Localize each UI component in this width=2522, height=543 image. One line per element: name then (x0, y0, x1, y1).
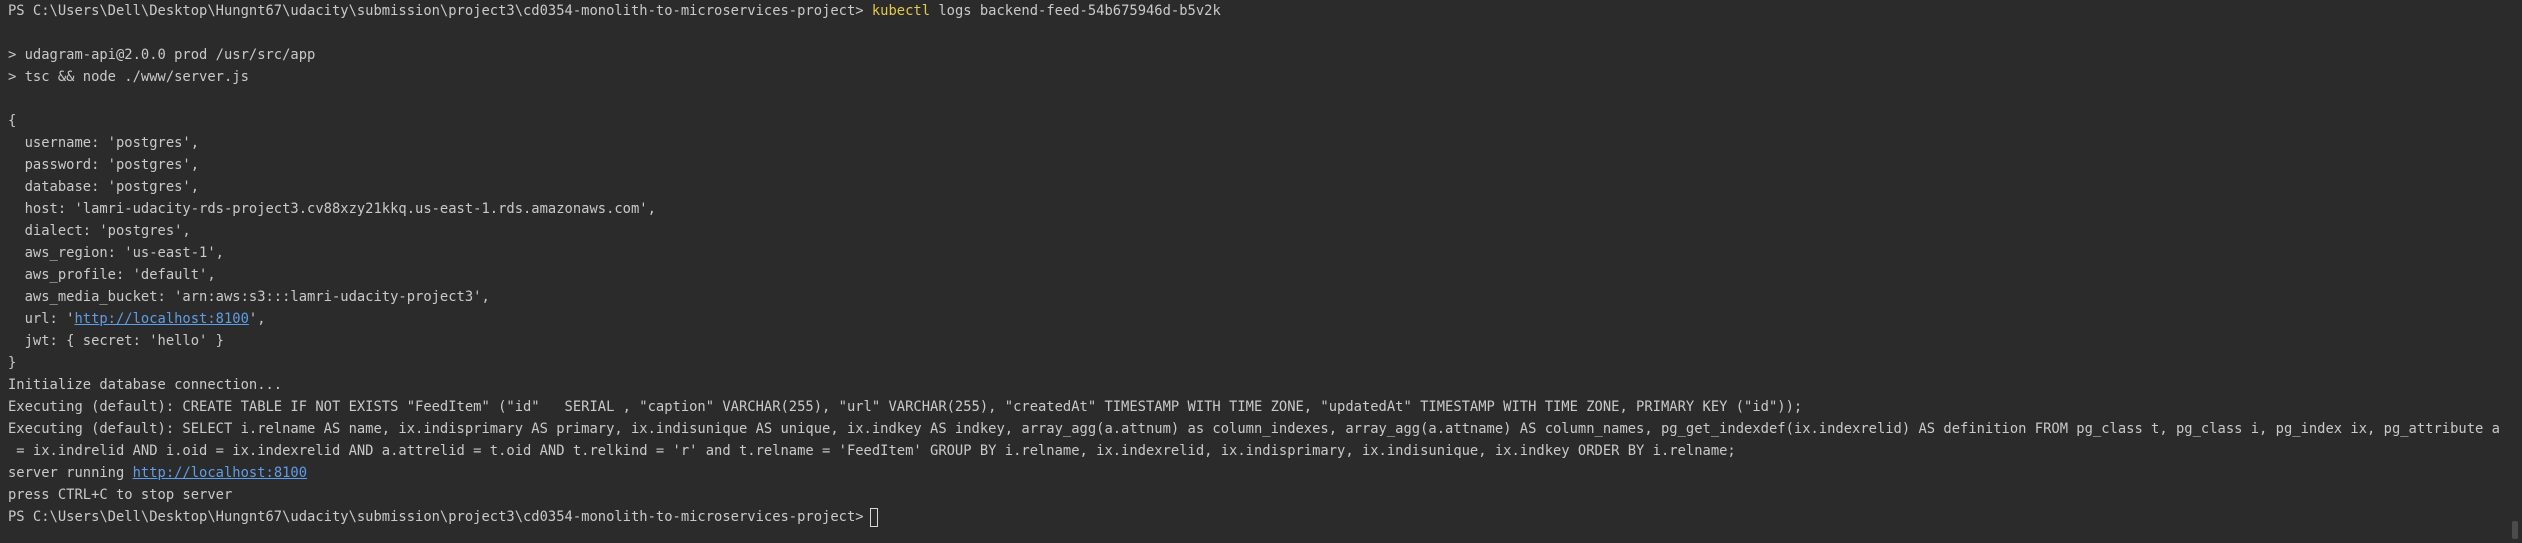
config-url: url: 'http://localhost:8100', (8, 308, 2498, 330)
text-cursor (869, 507, 878, 527)
config-host: host: 'lamri-udacity-rds-project3.cv88xz… (8, 201, 656, 217)
stop-hint-line: press CTRL+C to stop server (8, 487, 233, 503)
config-aws-media-bucket: aws_media_bucket: 'arn:aws:s3:::lamri-ud… (8, 289, 490, 305)
sql-select-line: Executing (default): SELECT i.relname AS… (8, 421, 2522, 437)
config-brace-open: { (8, 113, 17, 129)
scrollbar-thumb[interactable] (2512, 521, 2518, 539)
config-url-link[interactable]: http://localhost:8100 (74, 311, 248, 327)
config-dialect: dialect: 'postgres', (8, 223, 191, 239)
sql-select-line-continued: = ix.indrelid AND i.oid = ix.indexrelid … (8, 443, 1736, 459)
command-line: PS C:\Users\Dell\Desktop\Hungnt67\udacit… (8, 0, 2498, 22)
prompt-line[interactable]: PS C:\Users\Dell\Desktop\Hungnt67\udacit… (8, 506, 2498, 528)
vertical-scrollbar[interactable] (2508, 0, 2522, 543)
server-running-line: server running http://localhost:8100 (8, 462, 2498, 484)
init-db-line: Initialize database connection... (8, 377, 283, 393)
config-username: username: 'postgres', (8, 135, 200, 151)
prompt-path: PS C:\Users\Dell\Desktop\Hungnt67\udacit… (8, 509, 864, 525)
config-password: password: 'postgres', (8, 157, 200, 173)
config-aws-profile: aws_profile: 'default', (8, 267, 216, 283)
config-jwt: jwt: { secret: 'hello' } (8, 333, 224, 349)
config-url-prefix: url: ' (8, 311, 75, 327)
server-url-link[interactable]: http://localhost:8100 (133, 465, 307, 481)
terminal-output[interactable]: PS C:\Users\Dell\Desktop\Hungnt67\udacit… (8, 0, 2522, 543)
sql-create-table-line: Executing (default): CREATE TABLE IF NOT… (8, 399, 1803, 415)
config-brace-close: } (8, 355, 17, 371)
command-args: logs backend-feed-54b675946d-b5v2k (938, 3, 1221, 19)
prompt-path: PS C:\Users\Dell\Desktop\Hungnt67\udacit… (8, 3, 864, 19)
config-url-suffix: ', (248, 311, 266, 327)
config-database: database: 'postgres', (8, 179, 200, 195)
npm-script-line: > udagram-api@2.0.0 prod /usr/src/app (8, 47, 316, 63)
config-aws-region: aws_region: 'us-east-1', (8, 245, 224, 261)
npm-command-line: > tsc && node ./www/server.js (8, 69, 249, 85)
command-kubectl: kubectl (871, 3, 931, 19)
server-running-prefix: server running (8, 465, 133, 481)
